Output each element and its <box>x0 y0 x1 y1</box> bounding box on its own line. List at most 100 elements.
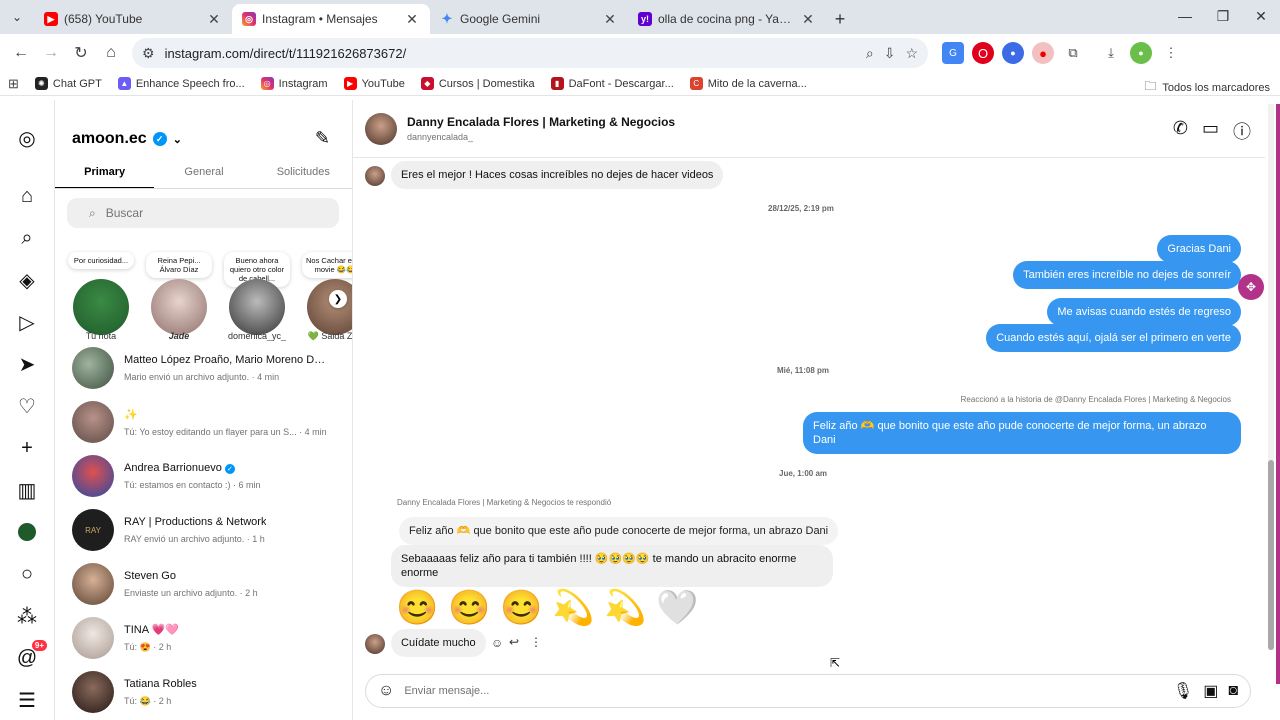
site-info-icon[interactable]: ⚙ <box>142 45 155 62</box>
bookmark-instagram[interactable]: ◎ Instagram <box>260 77 328 90</box>
close-icon[interactable]: ✕ <box>602 11 618 28</box>
video-icon[interactable]: ▭ <box>1202 118 1219 144</box>
address-bar[interactable]: ⚙ instagram.com/direct/t/111921626873672… <box>132 38 928 68</box>
message-bubble[interactable]: Me avisas cuando estés de regreso <box>1047 298 1241 326</box>
home-icon[interactable]: ⌂ <box>13 182 41 210</box>
message-bubble[interactable]: Cuando estés aquí, ojalá ser el primero … <box>986 324 1241 352</box>
messages-icon[interactable]: ➤ <box>13 350 41 378</box>
conversation-item[interactable]: Steven Go Enviaste un archivo adjunto. · … <box>55 557 352 611</box>
extension-blue-icon[interactable]: ● <box>1002 42 1024 64</box>
zoom-icon[interactable]: ⌕ <box>866 45 874 62</box>
react-icon[interactable]: ☺ <box>491 636 503 650</box>
emoji-message[interactable]: 🤍 <box>656 588 698 628</box>
install-icon[interactable]: ⇩ <box>884 45 896 62</box>
reply-icon[interactable]: ↩ <box>509 635 519 649</box>
bookmark-dafont[interactable]: ▮ DaFont - Descargar... <box>550 77 674 90</box>
message-composer[interactable]: ☺ Enviar mensaje... 🎙 ▣ ◙ <box>365 674 1251 708</box>
reels-icon[interactable]: ▷ <box>13 308 41 336</box>
more-menu-icon[interactable]: ☰ <box>13 686 41 714</box>
tab-search-icon[interactable]: ⌄ <box>0 0 34 34</box>
compose-icon[interactable]: ✎ <box>315 128 330 149</box>
info-icon[interactable]: ⓘ <box>1233 118 1251 144</box>
chevron-right-icon[interactable]: ❯ <box>329 290 347 308</box>
emoji-message[interactable]: 💫 <box>552 588 594 628</box>
reload-icon[interactable]: ↻ <box>66 38 96 68</box>
avatar[interactable] <box>365 112 397 145</box>
forward-icon[interactable]: → <box>36 38 66 68</box>
bookmark-chatgpt[interactable]: ✺ Chat GPT <box>34 77 102 90</box>
message-bubble[interactable]: Gracias Dani <box>1157 235 1241 263</box>
minimize-icon[interactable]: — <box>1166 0 1204 32</box>
sticker-icon[interactable]: ◙ <box>1228 682 1238 700</box>
bookmark-enhance[interactable]: ▲ Enhance Speech fro... <box>117 77 245 90</box>
conversation-item[interactable]: Tatiana Robles Tú: 😂 · 2 h <box>55 665 352 719</box>
message-bubble[interactable]: También eres increíble no dejes de sonre… <box>1013 261 1241 289</box>
message-bubble[interactable]: Feliz año 🫶 que bonito que este año pude… <box>803 412 1241 454</box>
message-input[interactable]: Enviar mensaje... <box>404 685 1163 697</box>
threads-icon[interactable]: ○ <box>13 560 41 588</box>
close-icon[interactable]: ✕ <box>404 11 420 28</box>
conversation-item[interactable]: ✨ Tú: Yo estoy editando un flayer para un… <box>55 395 352 449</box>
record-icon[interactable]: ● <box>1032 42 1054 64</box>
search-input[interactable]: ⌕ Buscar <box>67 198 339 228</box>
quoted-message[interactable]: Feliz año 🫶 que bonito que este año pude… <box>399 517 839 545</box>
new-tab-button[interactable]: + <box>826 4 854 34</box>
tab-gemini[interactable]: ✦ Google Gemini ✕ <box>430 4 628 34</box>
emoji-message[interactable]: 😊 <box>500 588 542 628</box>
create-icon[interactable]: + <box>13 434 41 462</box>
bookmark-domestika[interactable]: ◆ Cursos | Domestika <box>420 77 535 90</box>
restore-icon[interactable]: ❐ <box>1204 0 1242 32</box>
emoji-message[interactable]: 💫 <box>604 588 646 628</box>
scrollbar[interactable] <box>1268 104 1274 650</box>
tab-youtube[interactable]: ▶ (658) YouTube ✕ <box>34 4 232 34</box>
tab-yahoo[interactable]: y! olla de cocina png - Yahoo Sea ✕ <box>628 4 826 34</box>
image-icon[interactable]: ▣ <box>1203 681 1218 701</box>
home-icon[interactable]: ⌂ <box>96 38 126 68</box>
translate-icon[interactable]: G <box>942 42 964 64</box>
close-icon[interactable]: ✕ <box>206 11 222 28</box>
close-icon[interactable]: ✕ <box>800 11 816 28</box>
account-switcher[interactable]: amoon.ec ✓ ⌄ <box>72 130 182 148</box>
apps-icon[interactable]: ⊞ <box>8 76 19 92</box>
explore-icon[interactable]: ◈ <box>13 266 41 294</box>
star-icon[interactable]: ☆ <box>905 45 918 62</box>
phone-icon[interactable]: ✆ <box>1173 118 1188 144</box>
tab-general[interactable]: General <box>154 156 253 188</box>
profile-avatar[interactable]: ● <box>1130 42 1152 64</box>
menu-icon[interactable]: ⋮ <box>1160 42 1182 64</box>
dashboard-icon[interactable]: ▥ <box>13 476 41 504</box>
tab-requests[interactable]: Solicitudes <box>254 156 352 188</box>
chat-name[interactable]: Danny Encalada Flores | Marketing & Nego… <box>407 115 675 129</box>
emoji-message[interactable]: 😊 <box>448 588 490 628</box>
threads-app-icon[interactable]: @9+ <box>13 640 47 672</box>
profile-avatar[interactable] <box>13 518 41 546</box>
message-bubble[interactable]: Cuídate mucho <box>391 629 486 657</box>
url-text[interactable]: instagram.com/direct/t/111921626873672/ <box>165 46 856 61</box>
meta-icon[interactable]: ⁂ <box>13 602 41 630</box>
bookmark-mito[interactable]: C Mito de la caverna... <box>689 77 807 90</box>
message-bubble[interactable]: Sebaaaaas feliz año para ti también !!!!… <box>391 545 833 587</box>
extension-float-icon[interactable]: ✥ <box>1238 274 1264 300</box>
tab-instagram[interactable]: ◎ Instagram • Mensajes ✕ <box>232 4 430 34</box>
microphone-icon[interactable]: 🎙 <box>1173 681 1193 701</box>
puzzle-icon[interactable]: ⧉ <box>1062 42 1084 64</box>
back-icon[interactable]: ← <box>6 38 36 68</box>
bookmark-youtube[interactable]: ▶ YouTube <box>343 77 405 90</box>
opera-icon[interactable]: O <box>972 42 994 64</box>
more-icon[interactable]: ⋮ <box>530 635 542 649</box>
search-icon[interactable]: ⌕ <box>13 224 41 252</box>
all-bookmarks[interactable]: 🗀 Todos los marcadores <box>1144 77 1270 98</box>
emoji-message[interactable]: 😊 <box>396 588 438 628</box>
instagram-logo-icon[interactable]: ◎ <box>13 124 41 152</box>
conversation-item[interactable]: Matteo López Proaño, Mario Moreno Del ..… <box>55 341 352 395</box>
scrollbar-thumb[interactable] <box>1268 460 1274 650</box>
message-bubble[interactable]: Eres el mejor ! Haces cosas increíbles n… <box>391 161 724 189</box>
conversation-item[interactable]: Andrea Barrionuevo ✓ Tú: estamos en conta… <box>55 449 352 503</box>
tab-primary[interactable]: Primary <box>55 156 155 188</box>
heart-icon[interactable]: ♡ <box>13 392 41 420</box>
emoji-icon[interactable]: ☺ <box>378 682 394 700</box>
conversation-item[interactable]: RAY RAY | Productions & Network RAY envió… <box>55 503 352 557</box>
close-window-icon[interactable]: ✕ <box>1242 0 1280 32</box>
conversation-item[interactable]: TINA 💗🩷 Tú: 😍 · 2 h <box>55 611 352 665</box>
download-icon[interactable]: ⤓ <box>1100 42 1122 64</box>
